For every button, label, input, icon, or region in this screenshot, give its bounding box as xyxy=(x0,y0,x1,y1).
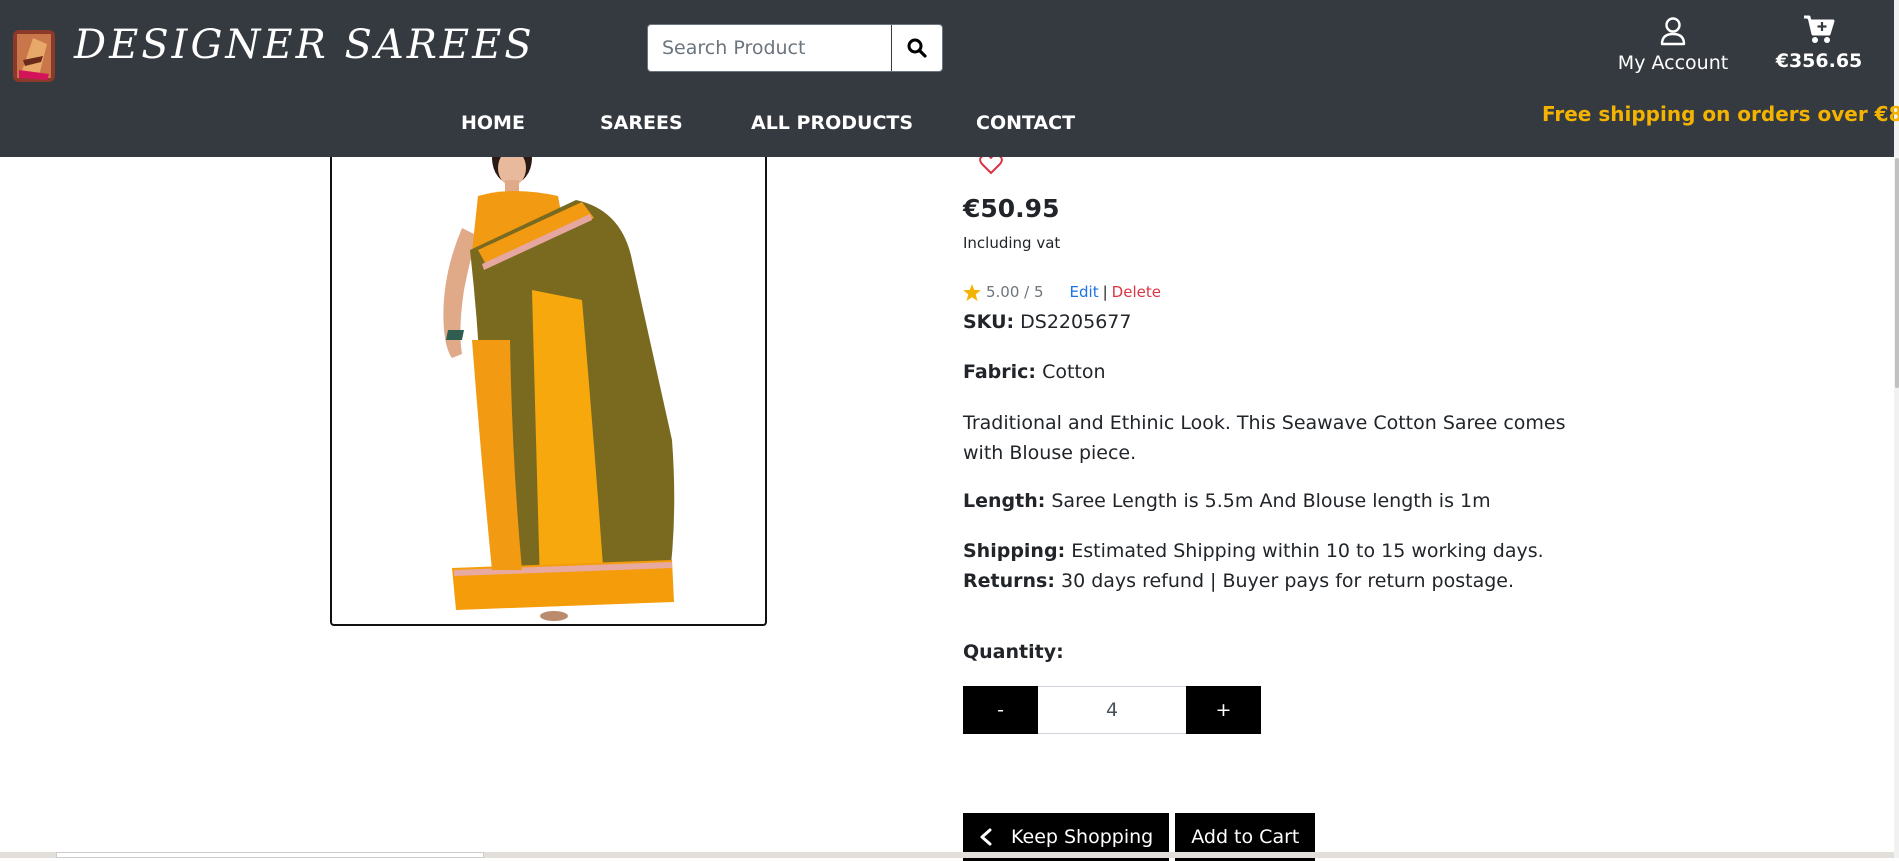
fabric-label: Fabric: xyxy=(963,361,1037,383)
free-shipping-banner: Free shipping on orders over €80 ! xyxy=(1542,102,1899,126)
returns-row: Returns: 30 days refund | Buyer pays for… xyxy=(963,570,1514,592)
bottom-panel xyxy=(56,852,484,858)
quantity-input[interactable]: 4 xyxy=(1038,686,1186,734)
fabric-row: Fabric: Cotton xyxy=(963,361,1106,383)
edit-product-link[interactable]: Edit xyxy=(1070,283,1099,301)
quantity-label: Quantity: xyxy=(963,641,1064,663)
returns-label: Returns: xyxy=(963,570,1055,592)
rating-value: 5.00 / 5 xyxy=(986,283,1044,301)
logo-image[interactable] xyxy=(13,30,55,82)
fabric-value: Cotton xyxy=(1042,361,1106,383)
nav-sarees[interactable]: SAREES xyxy=(600,112,683,134)
search-icon xyxy=(907,38,927,58)
product-image[interactable] xyxy=(330,140,767,626)
chevron-left-icon xyxy=(980,828,992,846)
keep-shopping-label: Keep Shopping xyxy=(1011,826,1154,848)
shipping-label: Shipping: xyxy=(963,540,1066,562)
wishlist-button[interactable] xyxy=(979,153,1003,180)
sku-row: SKU: DS2205677 xyxy=(963,311,1131,333)
link-separator: | xyxy=(1102,283,1108,301)
returns-value: 30 days refund | Buyer pays for return p… xyxy=(1060,570,1514,592)
quantity-stepper: - 4 + xyxy=(963,686,1261,734)
product-price: €50.95 xyxy=(963,194,1060,223)
page-scrollbar-thumb[interactable] xyxy=(1895,158,1899,388)
decrement-button[interactable]: - xyxy=(963,686,1038,734)
shipping-value: Estimated Shipping within 10 to 15 worki… xyxy=(1071,540,1544,562)
star-icon xyxy=(963,283,981,301)
user-icon xyxy=(1660,17,1686,46)
brand-name[interactable]: DESIGNER SAREES xyxy=(74,22,535,68)
vat-note: Including vat xyxy=(963,234,1061,252)
product-rating: 5.00 / 5 Edit | Delete xyxy=(963,283,1161,301)
increment-button[interactable]: + xyxy=(1186,686,1261,734)
page-scrollbar-track[interactable] xyxy=(1894,0,1899,858)
nav-home[interactable]: HOME xyxy=(461,112,525,134)
search-input[interactable] xyxy=(648,25,894,71)
length-row: Length: Saree Length is 5.5m And Blouse … xyxy=(963,490,1491,512)
nav-all-products[interactable]: ALL PRODUCTS xyxy=(751,112,913,134)
delete-product-link[interactable]: Delete xyxy=(1112,283,1161,301)
cart-link[interactable]: €356.65 xyxy=(1772,14,1866,72)
product-description: Traditional and Ethinic Look. This Seawa… xyxy=(963,412,1566,464)
sku-value: DS2205677 xyxy=(1020,311,1132,333)
search-form xyxy=(647,24,943,72)
cart-total: €356.65 xyxy=(1775,50,1863,72)
search-button[interactable] xyxy=(891,25,942,71)
cart-icon xyxy=(1804,15,1835,43)
sku-label: SKU: xyxy=(963,311,1015,333)
my-account-label: My Account xyxy=(1617,52,1729,74)
my-account-link[interactable]: My Account xyxy=(1610,16,1736,74)
site-header: DESIGNER SAREES My Account €356.65 HOME … xyxy=(0,0,1899,157)
nav-contact[interactable]: CONTACT xyxy=(976,112,1075,134)
length-value: Saree Length is 5.5m And Blouse length i… xyxy=(1051,490,1491,512)
shipping-row: Shipping: Estimated Shipping within 10 t… xyxy=(963,540,1544,562)
length-label: Length: xyxy=(963,490,1046,512)
